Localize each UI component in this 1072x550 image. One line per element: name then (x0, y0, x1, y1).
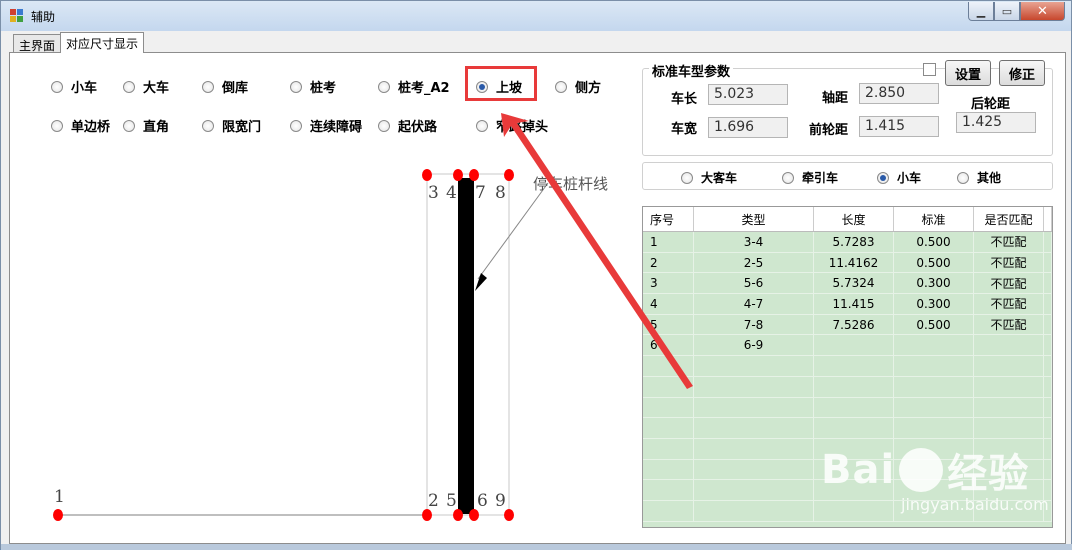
watermark-text-right: 经验 (947, 451, 1030, 497)
tutorial-arrow (501, 113, 693, 389)
main-window: 辅助 ▁ ▭ ✕ 主界面 对应尺寸显示 小车 大车 倒库 桩考 桩考_A2 上坡… (0, 0, 1072, 550)
paw-icon (899, 448, 944, 492)
watermark-logo: Bai 经验 (821, 441, 1049, 499)
taskbar-strip (1, 544, 1072, 550)
baidu-watermark: Bai 经验 jingyan.baidu.com (821, 441, 1049, 514)
watermark-url: jingyan.baidu.com (901, 495, 1049, 514)
tab-size-display[interactable]: 对应尺寸显示 (60, 32, 145, 53)
watermark-text-left: Bai (821, 447, 896, 493)
